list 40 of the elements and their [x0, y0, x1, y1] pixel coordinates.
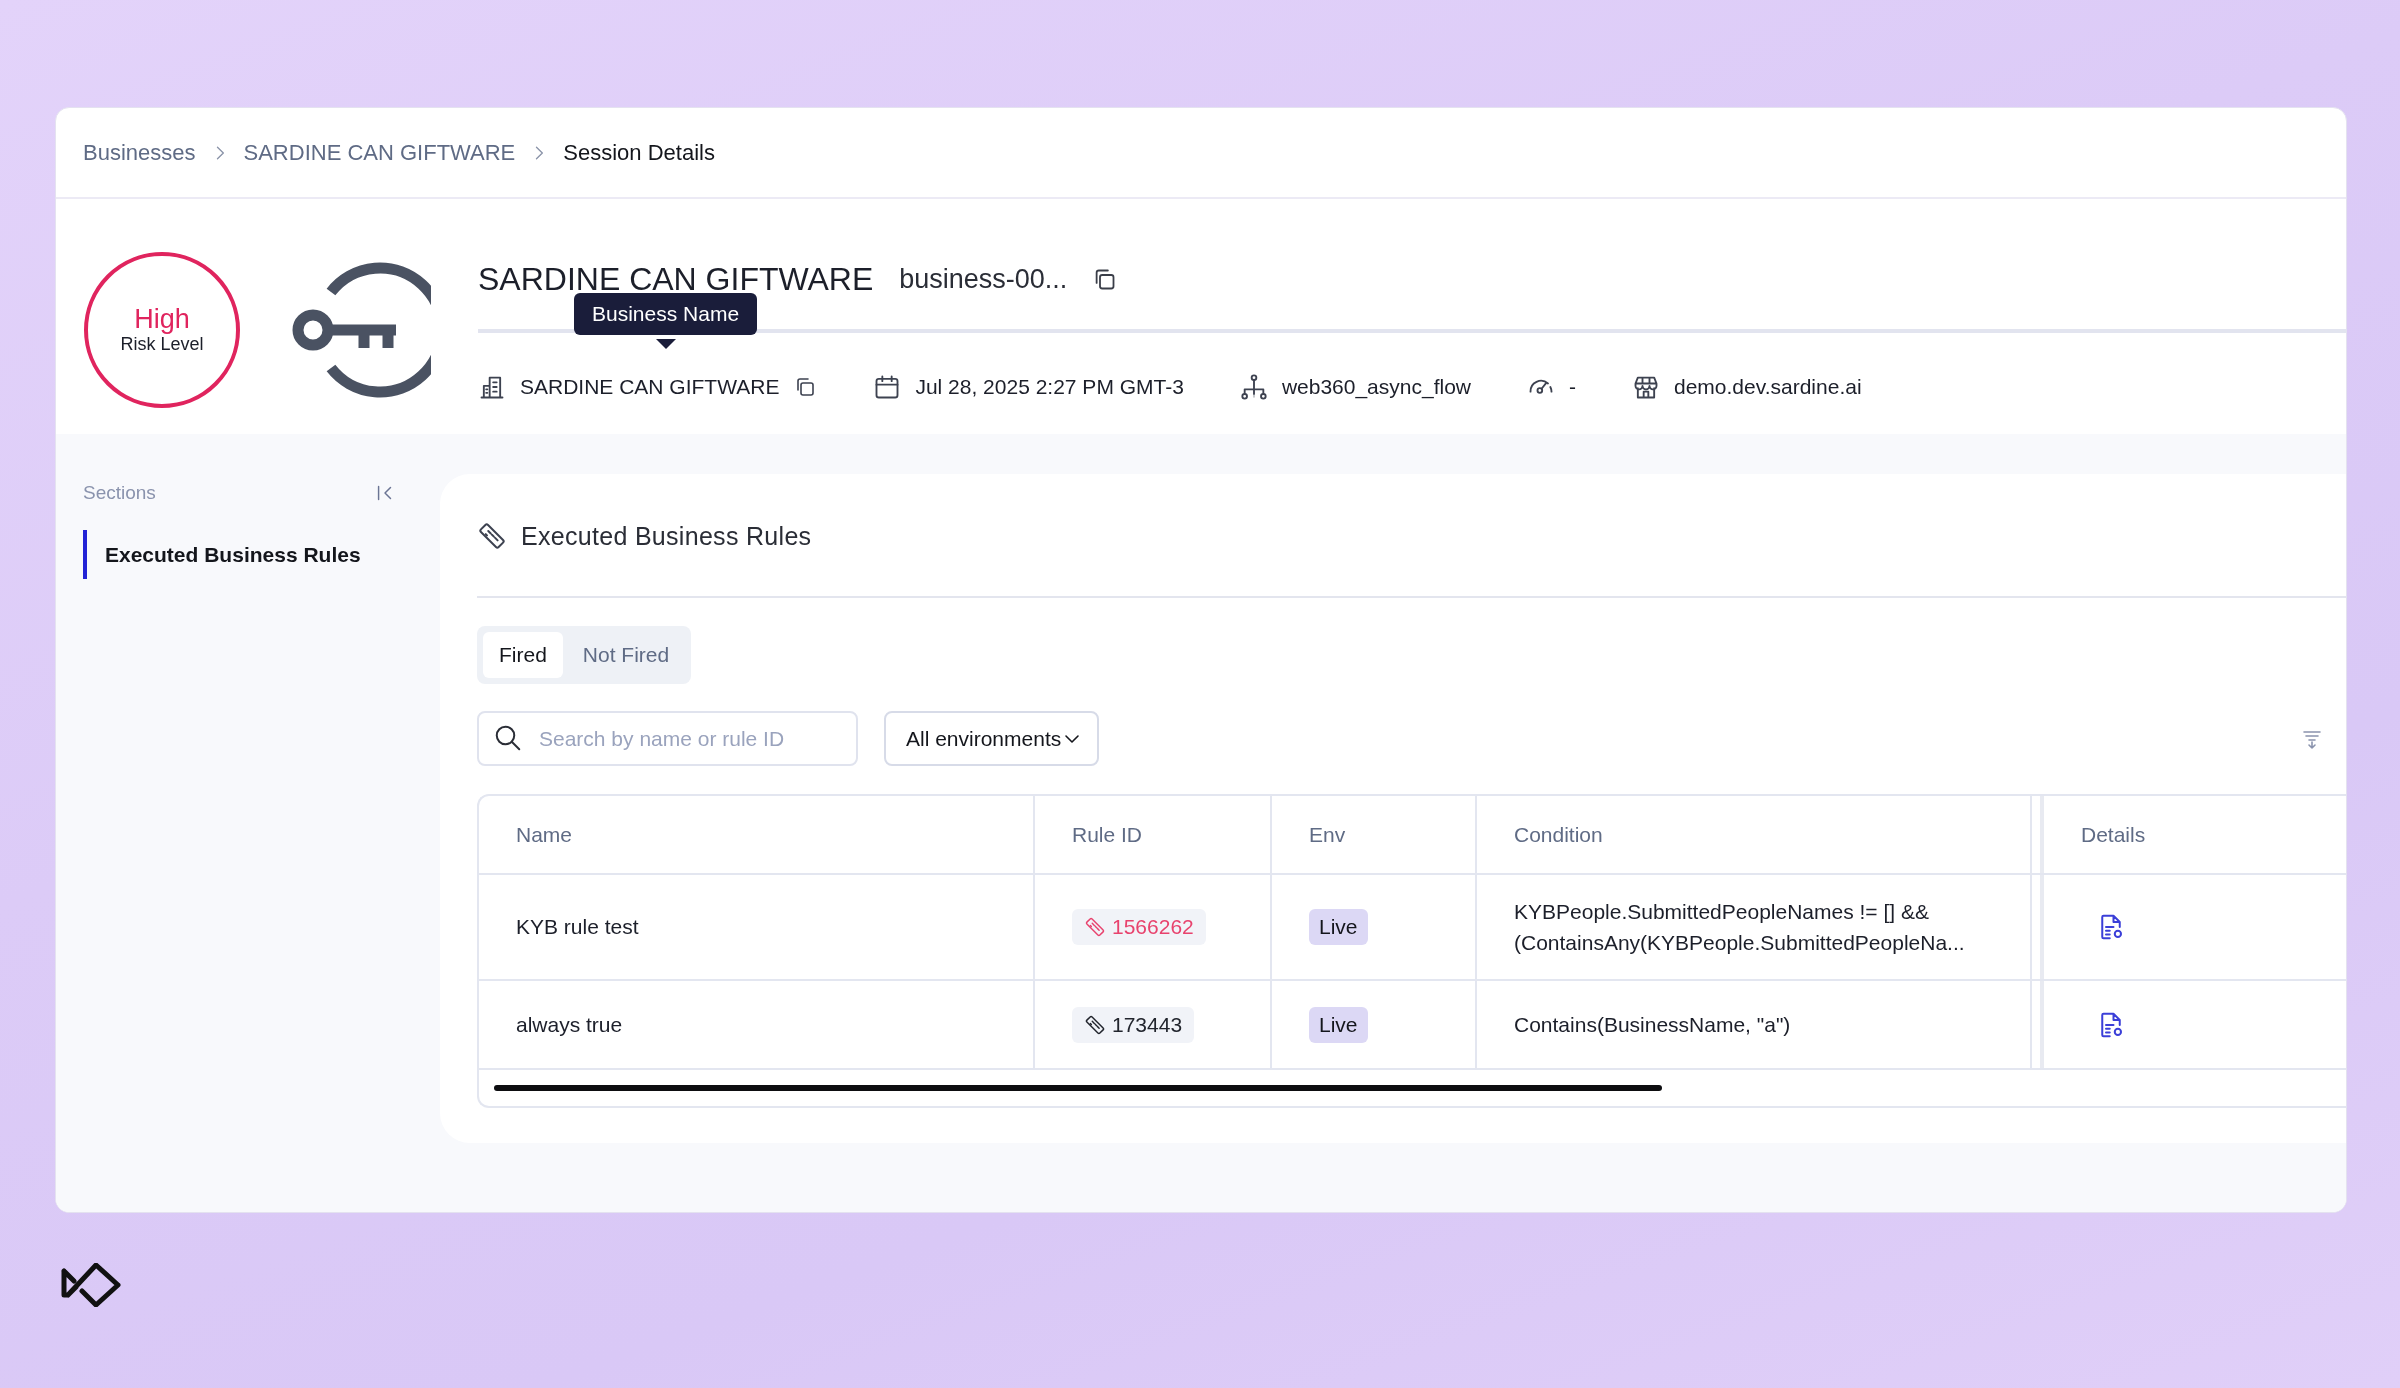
- risk-level-value: High: [134, 304, 190, 335]
- caret-icon: [1065, 734, 1080, 743]
- metadata-value: Jul 28, 2025 2:27 PM GMT-3: [915, 375, 1184, 399]
- breadcrumb-link[interactable]: Businesses: [83, 139, 196, 166]
- metadata-value: SARDINE CAN GIFTWARE: [520, 375, 780, 399]
- environment-badge: Live: [1309, 1006, 1368, 1043]
- column-header: Details: [2080, 821, 2147, 848]
- risk-level-label: Risk Level: [120, 334, 204, 356]
- breadcrumb-link[interactable]: SARDINE CAN GIFTWARE: [243, 139, 516, 166]
- column-header: Env: [1272, 796, 1477, 873]
- rule-id-tag: 173443: [1072, 1006, 1195, 1043]
- rule-id-tag: 1566262: [1072, 909, 1206, 945]
- condition-text: KYBPeople.SubmittedPeopleNames != [] && (ContainsAny(KYBPeople.SubmittedPeopleNa...: [1514, 898, 1966, 956]
- tab[interactable]: Fired: [483, 632, 563, 678]
- metadata-value: demo.dev.sardine.ai: [1674, 375, 1862, 399]
- hierarchy-icon: [1239, 373, 1268, 401]
- tooltip: Business Name: [574, 293, 758, 335]
- business-id: business-00...: [899, 263, 1068, 295]
- column-header: Condition: [1477, 796, 2032, 873]
- column-header: Name: [479, 796, 1035, 873]
- sections-label: Sections: [83, 482, 156, 504]
- column-header: Rule ID: [1035, 796, 1272, 873]
- condition-text: Contains(BusinessName, "a"): [1514, 1011, 1791, 1038]
- search-field[interactable]: Search by name or rule ID: [477, 711, 858, 766]
- table-cell: always true: [479, 981, 1035, 1068]
- ruler-icon: [1084, 916, 1106, 938]
- section-title: Executed Business Rules: [521, 521, 812, 551]
- logo-icon: [60, 1263, 122, 1307]
- metadata-value: web360_async_flow: [1281, 375, 1471, 399]
- horizontal-scrollbar[interactable]: [494, 1085, 1662, 1091]
- tooltip-pointer: [656, 339, 676, 349]
- metadata-value: -: [1569, 375, 1576, 399]
- ruler-icon: [477, 521, 507, 551]
- search-icon: [493, 723, 523, 753]
- table-cell: KYB rule test: [479, 875, 1035, 979]
- ruler-icon: [1084, 1013, 1106, 1036]
- breadcrumb-link[interactable]: Session Details: [563, 139, 715, 166]
- environment-badge: Live: [1309, 909, 1368, 945]
- tab[interactable]: Not Fired: [566, 632, 686, 678]
- environment-dropdown[interactable]: All environments: [884, 711, 1100, 766]
